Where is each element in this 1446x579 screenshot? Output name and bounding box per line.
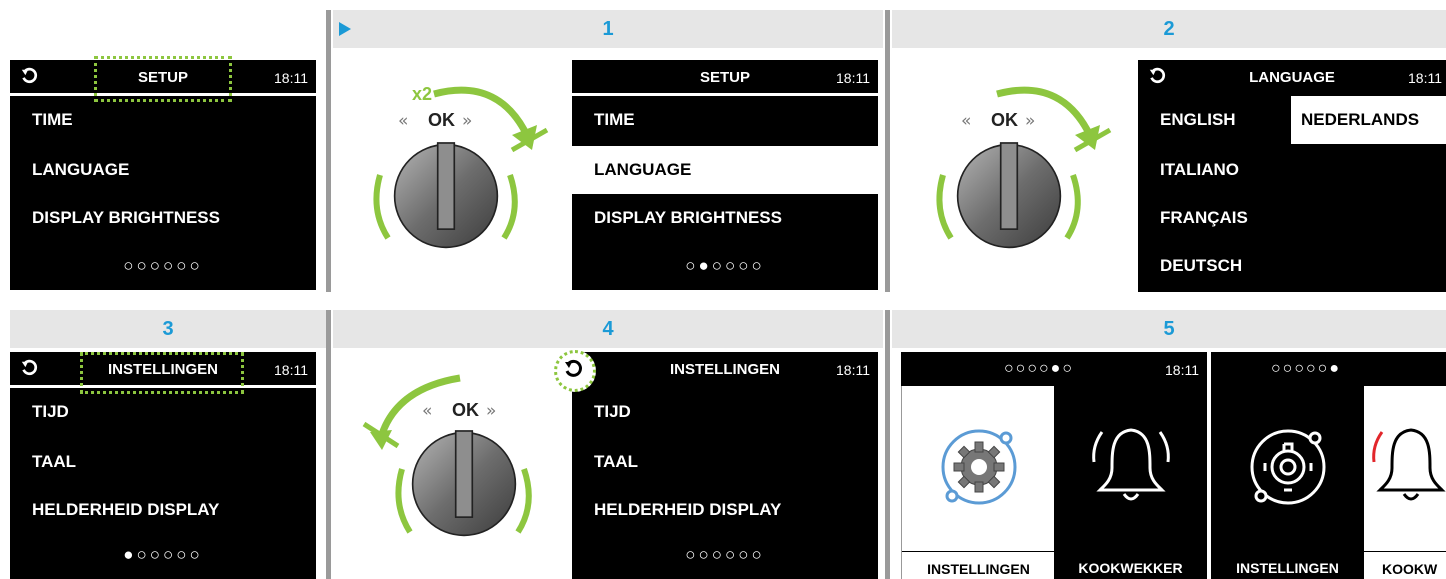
gear-icon — [941, 429, 1017, 505]
language-option-deutsch[interactable]: DEUTSCH — [1138, 242, 1288, 290]
screen-title: LANGUAGE — [1249, 69, 1335, 86]
svg-text:»: » — [462, 111, 472, 131]
svg-text:»: » — [1025, 111, 1035, 131]
svg-text:OK: OK — [452, 400, 479, 420]
home-topbar-a: ○○○○●○ 18:11 — [901, 352, 1207, 386]
tile-kookwekker[interactable]: KOOKWEKKER — [1054, 386, 1207, 579]
step-number: 2 — [1163, 18, 1175, 40]
menu-item-display-brightness[interactable]: DISPLAY BRIGHTNESS — [572, 194, 878, 242]
clock: 18:11 — [1165, 362, 1199, 378]
highlight-title — [80, 352, 244, 394]
step-number: 5 — [1163, 318, 1175, 340]
language-option-nederlands-selected[interactable]: NEDERLANDS — [1291, 96, 1446, 144]
page-dots: ○○○○○○ — [123, 256, 203, 275]
tile-label: INSTELLINGEN — [1236, 560, 1339, 576]
tile-label: INSTELLINGEN — [902, 551, 1055, 579]
menu-item-language-selected[interactable]: LANGUAGE — [572, 146, 878, 194]
menu-item-tijd[interactable]: TIJD — [10, 388, 316, 436]
language-option-francais[interactable]: FRANÇAIS — [1138, 194, 1288, 242]
tile-instellingen-selected[interactable]: INSTELLINGEN — [901, 386, 1055, 579]
step-header: 4 — [333, 310, 883, 348]
svg-text:OK: OK — [428, 110, 455, 130]
divider — [326, 10, 331, 292]
divider — [885, 10, 890, 292]
page-dots: ○○○○○● — [1271, 360, 1341, 377]
language-option-italiano[interactable]: ITALIANO — [1138, 146, 1288, 194]
menu-item-time[interactable]: TIME — [10, 96, 316, 144]
clock: 18:11 — [836, 70, 870, 86]
page-dots: ○○○○○○ — [685, 545, 765, 564]
step-header: 2 — [892, 10, 1446, 48]
menu-item-helderheid-display[interactable]: HELDERHEID DISPLAY — [572, 486, 878, 534]
instellingen-screen-step4: INSTELLINGEN 18:11 TIJD TAAL HELDERHEID … — [572, 352, 878, 579]
gear-icon — [1250, 429, 1326, 505]
tile-label: KOOKW — [1364, 551, 1446, 579]
knob-icon[interactable]: x2 « OK » — [362, 80, 572, 250]
tile-label: KOOKWEKKER — [1078, 560, 1183, 576]
bell-icon — [1372, 428, 1446, 501]
step-number: 3 — [162, 318, 174, 340]
step-header: 3 — [10, 310, 326, 348]
menu-item-taal[interactable]: TAAL — [10, 438, 316, 486]
clock: 18:11 — [836, 362, 870, 378]
highlight-title — [94, 56, 232, 102]
tile-kookwekker-partial[interactable]: KOOKW — [1364, 386, 1446, 579]
screen-title: SETUP — [699, 69, 750, 86]
svg-text:OK: OK — [991, 110, 1018, 130]
clock: 18:11 — [1408, 70, 1442, 86]
page-dots: ●○○○○○ — [123, 545, 203, 564]
page-dots: ○●○○○○ — [685, 256, 765, 275]
menu-item-tijd[interactable]: TIJD — [572, 388, 878, 436]
clock: 18:11 — [274, 362, 308, 378]
svg-text:«: « — [422, 401, 432, 421]
divider — [326, 310, 331, 579]
svg-text:«: « — [398, 111, 408, 131]
language-option-english[interactable]: ENGLISH — [1138, 96, 1288, 144]
step-number: 1 — [602, 18, 614, 40]
tile-instellingen[interactable]: INSTELLINGEN — [1211, 386, 1364, 579]
knob-icon[interactable]: « OK » — [352, 374, 562, 544]
screen-title: INSTELLINGEN — [669, 361, 780, 378]
menu-item-language[interactable]: LANGUAGE — [10, 146, 316, 194]
step-number: 4 — [602, 318, 614, 340]
bell-icon — [1092, 428, 1170, 501]
menu-item-helderheid-display[interactable]: HELDERHEID DISPLAY — [10, 486, 316, 534]
menu-item-taal[interactable]: TAAL — [572, 438, 878, 486]
x2-label: x2 — [412, 84, 432, 104]
svg-text:»: » — [486, 401, 496, 421]
clock: 18:11 — [274, 70, 308, 86]
step-header: 5 — [892, 310, 1446, 348]
language-screen: LANGUAGE 18:11 ENGLISH NEDERLANDS ITALIA… — [1138, 60, 1446, 292]
home-topbar-b: ○○○○○● — [1211, 352, 1446, 386]
back-arrow-icon[interactable] — [563, 359, 583, 379]
divider — [885, 310, 890, 579]
svg-text:«: « — [961, 111, 971, 131]
page-dots: ○○○○●○ — [1004, 360, 1074, 377]
setup-screen-step1: SETUP 18:11 TIME LANGUAGE DISPLAY BRIGHT… — [572, 60, 878, 290]
menu-item-display-brightness[interactable]: DISPLAY BRIGHTNESS — [10, 194, 316, 242]
step-header: 1 — [333, 10, 883, 48]
knob-icon[interactable]: « OK » — [925, 80, 1135, 250]
menu-item-time[interactable]: TIME — [572, 96, 878, 144]
